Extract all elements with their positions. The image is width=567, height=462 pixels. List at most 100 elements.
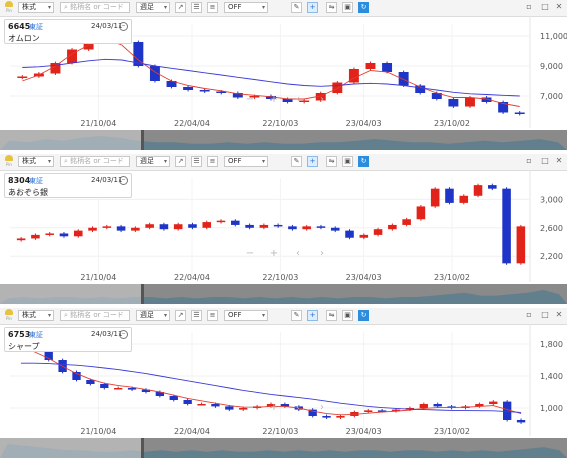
horizontal-lines-icon[interactable]: ☰ (191, 156, 202, 167)
pin-icon[interactable]: Pin (4, 155, 14, 168)
scroll-left-icon[interactable]: ‹ (296, 248, 300, 259)
collapse-icon[interactable]: − (119, 176, 128, 185)
pin-icon[interactable]: Pin (4, 1, 14, 14)
maximize-icon[interactable]: □ (540, 156, 550, 166)
navigator-bar[interactable] (0, 130, 567, 150)
close-icon[interactable]: ✕ (554, 156, 564, 166)
minimize-icon[interactable]: ▫ (524, 2, 534, 12)
minimize-icon[interactable]: ▫ (524, 156, 534, 166)
candle (31, 234, 40, 239)
candle (302, 226, 311, 230)
navigator-handle[interactable] (141, 438, 144, 458)
candle (419, 404, 428, 408)
screenshot-icon[interactable]: ▣ (342, 310, 353, 321)
screenshot-icon[interactable]: ▣ (342, 156, 353, 167)
horizontal-lines-icon[interactable]: ☰ (191, 2, 202, 13)
navigator-bar[interactable] (0, 438, 567, 458)
maximize-icon[interactable]: □ (540, 310, 550, 320)
candle (59, 233, 69, 237)
pencil-icon[interactable]: ✎ (291, 156, 302, 167)
navigator-mask (0, 438, 143, 458)
y-tick-label: 1,000 (540, 404, 563, 413)
compare-icon[interactable]: ⇋ (326, 2, 337, 13)
screenshot-icon[interactable]: ▣ (342, 2, 353, 13)
trendline-icon[interactable]: ↗ (175, 2, 186, 13)
crosshair-icon[interactable]: + (307, 2, 318, 13)
candle (216, 220, 226, 223)
horizontal-lines-icon[interactable]: ☰ (191, 310, 202, 321)
compare-icon[interactable]: ⇋ (326, 156, 337, 167)
navigator-handle[interactable] (141, 284, 144, 304)
navigator-bar[interactable] (0, 284, 567, 304)
navigator-handle[interactable] (141, 130, 144, 150)
candle (382, 63, 393, 72)
candle (373, 229, 383, 235)
minimize-icon[interactable]: ▫ (524, 310, 534, 320)
pencil-icon[interactable]: ✎ (291, 2, 302, 13)
candle (488, 185, 497, 189)
symbol-search-input[interactable]: ⌕ 銘柄名 or コード (60, 310, 130, 321)
period-select[interactable]: 週足 ▾ (136, 310, 170, 321)
candle (359, 234, 369, 238)
zoom-out-icon[interactable]: − (246, 94, 254, 105)
close-icon[interactable]: ✕ (554, 310, 564, 320)
candle (459, 195, 469, 203)
trendline-icon[interactable]: ↗ (175, 156, 186, 167)
market-select[interactable]: 株式 ▾ (18, 310, 54, 321)
text-align-icon[interactable]: ≡ (207, 310, 218, 321)
period-select[interactable]: 週足 ▾ (136, 156, 170, 167)
indicator-select[interactable]: OFF ▾ (224, 2, 268, 13)
crosshair-icon[interactable]: + (307, 156, 318, 167)
scroll-right-icon[interactable]: › (320, 402, 324, 413)
close-icon[interactable]: ✕ (554, 2, 564, 12)
x-tick-label: 23/10/02 (434, 273, 470, 282)
candle (17, 76, 28, 78)
refresh-icon[interactable]: ↻ (358, 156, 369, 167)
indicator-select[interactable]: OFF ▾ (224, 156, 268, 167)
refresh-icon[interactable]: ↻ (358, 2, 369, 13)
search-icon: ⌕ (64, 3, 68, 11)
collapse-icon[interactable]: − (119, 22, 128, 31)
y-tick-label: 1,400 (540, 372, 563, 381)
text-align-icon[interactable]: ≡ (207, 2, 218, 13)
scroll-right-icon[interactable]: › (320, 94, 324, 105)
scroll-left-icon[interactable]: ‹ (296, 402, 300, 413)
zoom-out-icon[interactable]: − (246, 248, 254, 259)
period-select[interactable]: 週足 ▾ (136, 2, 170, 13)
symbol-code: 8304 (8, 176, 31, 185)
candle (448, 99, 459, 107)
chart-panel-6753: Pin 株式 ▾ ⌕ 銘柄名 or コード 週足 ▾ ↗ ☰ ≡ OFF ▾ ✎ + … (0, 308, 567, 462)
zoom-in-icon[interactable]: + (270, 402, 278, 413)
zoom-in-icon[interactable]: + (270, 248, 278, 259)
date-label: 24/03/11 (91, 22, 123, 30)
symbol-search-input[interactable]: ⌕ 銘柄名 or コード (60, 156, 130, 167)
text-align-icon[interactable]: ≡ (207, 156, 218, 167)
scroll-left-icon[interactable]: ‹ (296, 94, 300, 105)
market-select[interactable]: 株式 ▾ (18, 2, 54, 13)
panel-toolbar: Pin 株式 ▾ ⌕ 銘柄名 or コード 週足 ▾ ↗ ☰ ≡ OFF ▾ ✎ + … (0, 0, 567, 17)
x-tick-label: 23/04/03 (346, 119, 382, 128)
candle (516, 226, 526, 264)
zoom-out-icon[interactable]: − (246, 402, 254, 413)
scroll-right-icon[interactable]: › (320, 248, 324, 259)
candle (502, 188, 511, 264)
refresh-icon[interactable]: ↻ (358, 310, 369, 321)
panel-toolbar: Pin 株式 ▾ ⌕ 銘柄名 or コード 週足 ▾ ↗ ☰ ≡ OFF ▾ ✎ + … (0, 154, 567, 171)
pencil-icon[interactable]: ✎ (291, 310, 302, 321)
candle (100, 384, 109, 388)
symbol-info-box: 6753 東証 24/03/11 − シャープ (4, 327, 132, 352)
crosshair-icon[interactable]: + (307, 310, 318, 321)
symbol-search-input[interactable]: ⌕ 銘柄名 or コード (60, 2, 130, 13)
x-tick-label: 22/04/04 (174, 273, 210, 282)
x-tick-label: 22/10/03 (262, 119, 298, 128)
pin-icon[interactable]: Pin (4, 309, 14, 322)
maximize-icon[interactable]: □ (540, 2, 550, 12)
market-select[interactable]: 株式 ▾ (18, 156, 54, 167)
trendline-icon[interactable]: ↗ (175, 310, 186, 321)
zoom-in-icon[interactable]: + (270, 94, 278, 105)
compare-icon[interactable]: ⇋ (326, 310, 337, 321)
y-tick-label: 1,800 (540, 340, 563, 349)
collapse-icon[interactable]: − (119, 330, 128, 339)
y-tick-label: 3,000 (540, 195, 563, 204)
indicator-select[interactable]: OFF ▾ (224, 310, 268, 321)
